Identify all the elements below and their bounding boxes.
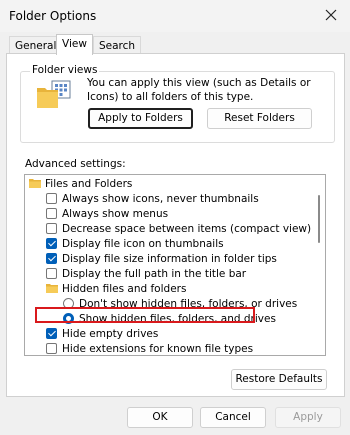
folder-icon [29, 179, 41, 188]
highlight-box [35, 307, 255, 323]
option-label: Hide empty drives [62, 328, 159, 340]
option-label: Display the full path in the title bar [62, 268, 247, 280]
reset-folders-button[interactable]: Reset Folders [207, 108, 312, 129]
checkbox[interactable] [46, 343, 57, 354]
title-bar: Folder Options [0, 0, 350, 32]
option-label: Always show icons, never thumbnails [62, 193, 259, 205]
checkbox[interactable] [46, 208, 57, 219]
vertical-scrollbar[interactable] [313, 175, 325, 355]
checkbox[interactable] [46, 268, 57, 279]
checkbox[interactable] [46, 223, 57, 234]
advanced-settings-list[interactable]: Files and Folders Always show icons, nev… [24, 174, 326, 356]
restore-defaults-button[interactable]: Restore Defaults [231, 369, 327, 390]
option-label: Decrease space between items (compact vi… [62, 223, 312, 235]
option-compact-view[interactable]: Decrease space between items (compact vi… [46, 222, 311, 237]
folder-view-icon [37, 80, 71, 108]
option-hide-empty-drives[interactable]: Hide empty drives [46, 327, 158, 342]
option-file-icon-thumbnails[interactable]: Display file icon on thumbnails [46, 237, 224, 252]
option-label: Display file icon on thumbnails [62, 238, 224, 250]
tree-folder-files-and-folders: Files and Folders [29, 177, 132, 192]
checkbox[interactable] [46, 193, 57, 204]
folder-views-description: You can apply this view (such as Details… [87, 77, 311, 103]
option-label: Display file size information in folder … [62, 253, 277, 265]
advanced-settings-label: Advanced settings: [25, 158, 126, 170]
apply-to-folders-button[interactable]: Apply to Folders [88, 108, 193, 129]
window-title: Folder Options [9, 9, 97, 23]
option-always-show-menus[interactable]: Always show menus [46, 207, 168, 222]
option-always-show-icons[interactable]: Always show icons, never thumbnails [46, 192, 259, 207]
checkbox-checked[interactable] [46, 328, 57, 339]
option-file-size-tips[interactable]: Display file size information in folder … [46, 252, 277, 267]
cancel-button[interactable]: Cancel [200, 407, 266, 428]
apply-button[interactable]: Apply [275, 407, 341, 428]
close-icon[interactable] [320, 4, 342, 26]
option-label: Hide extensions for known file types [62, 343, 254, 355]
tab-view[interactable]: View [56, 34, 93, 55]
folder-views-label: Folder views [30, 64, 100, 76]
option-full-path-title[interactable]: Display the full path in the title bar [46, 267, 246, 282]
folder-icon [46, 284, 58, 293]
option-hide-extensions[interactable]: Hide extensions for known file types [46, 342, 254, 355]
checkbox-checked[interactable] [46, 238, 57, 249]
option-label: Always show menus [62, 208, 169, 220]
scrollbar-thumb[interactable] [318, 195, 320, 243]
ok-button[interactable]: OK [127, 407, 193, 428]
tree-folder-hidden-files: Hidden files and folders [46, 282, 186, 297]
checkbox-checked[interactable] [46, 253, 57, 264]
tree-item-label: Hidden files and folders [62, 283, 187, 295]
tree-item-label: Files and Folders [45, 178, 133, 190]
